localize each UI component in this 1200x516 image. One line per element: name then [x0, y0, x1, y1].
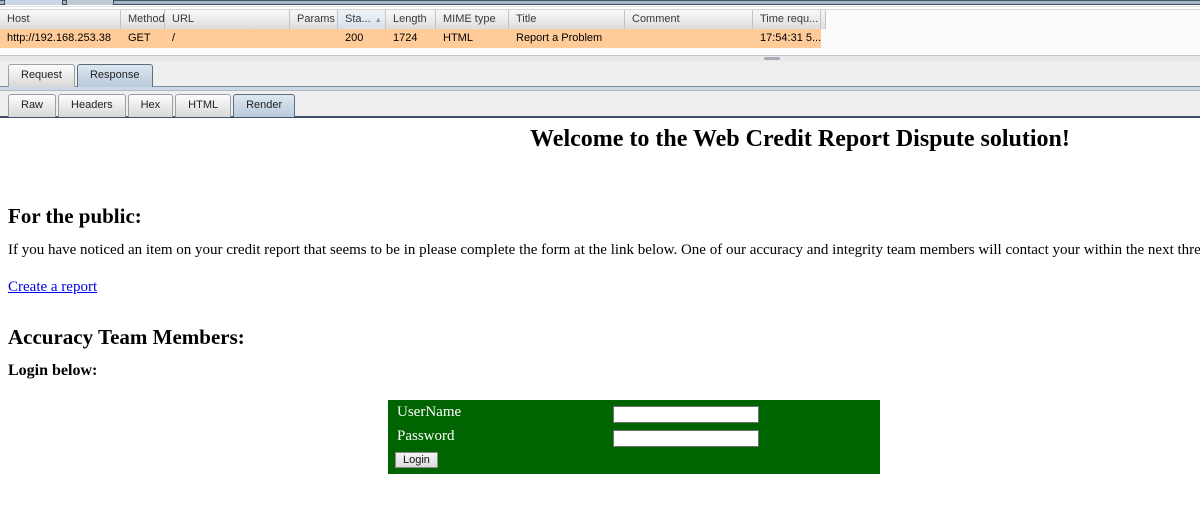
- public-paragraph: If you have noticed an item on your cred…: [8, 242, 1200, 259]
- column-header-title[interactable]: Title: [509, 10, 625, 29]
- column-header-params[interactable]: Params: [290, 10, 338, 29]
- page-title: Welcome to the Web Credit Report Dispute…: [400, 126, 1200, 153]
- tab-headers[interactable]: Headers: [58, 94, 126, 117]
- column-header-length[interactable]: Length: [386, 10, 436, 29]
- history-cell-url: /: [165, 29, 290, 48]
- http-history-table: HostMethodURLParamsSta...▲LengthMIME typ…: [0, 9, 1200, 55]
- password-input[interactable]: [613, 430, 759, 447]
- column-header-label: Params: [297, 13, 335, 29]
- history-cell-title: Report a Problem: [509, 29, 625, 48]
- username-label: UserName: [397, 404, 461, 421]
- column-header-label: Length: [393, 13, 427, 29]
- public-heading: For the public:: [8, 204, 142, 229]
- sort-ascending-icon: ▲: [375, 13, 382, 29]
- history-cell-length: 1724: [386, 29, 436, 48]
- history-header-row: HostMethodURLParamsSta...▲LengthMIME typ…: [0, 10, 1200, 29]
- column-header-label: Host: [7, 13, 30, 29]
- top-tab-partial[interactable]: [66, 0, 114, 5]
- history-cell-status: 200: [338, 29, 386, 48]
- history-cell-params: [290, 29, 338, 48]
- splitter-handle-icon[interactable]: [764, 57, 780, 60]
- username-input[interactable]: [613, 406, 759, 423]
- tab-request[interactable]: Request: [8, 64, 75, 87]
- column-header-label: Method: [128, 13, 165, 29]
- tab-hex[interactable]: Hex: [128, 94, 174, 117]
- team-heading: Accuracy Team Members:: [8, 325, 245, 350]
- column-header-time-requested[interactable]: Time requ...: [753, 10, 821, 29]
- burp-suite-window: HostMethodURLParamsSta...▲LengthMIME typ…: [0, 0, 1200, 516]
- column-header-label: Sta...: [345, 13, 371, 29]
- column-header-label: Time requ...: [760, 13, 818, 29]
- column-header-host[interactable]: Host: [0, 10, 121, 29]
- login-button[interactable]: Login: [395, 452, 438, 468]
- create-report-link[interactable]: Create a report: [8, 279, 97, 296]
- history-cell-method: GET: [121, 29, 165, 48]
- column-header-method[interactable]: Method: [121, 10, 165, 29]
- history-cell-comment: [625, 29, 753, 48]
- render-pane: Welcome to the Web Credit Report Dispute…: [0, 118, 1200, 516]
- column-header-label: URL: [172, 13, 194, 29]
- column-header-label: Comment: [632, 13, 680, 29]
- tab-raw[interactable]: Raw: [8, 94, 56, 117]
- top-tab-strip: [0, 0, 1200, 7]
- column-header-status[interactable]: Sta...▲: [338, 10, 386, 29]
- column-header-comment[interactable]: Comment: [625, 10, 753, 29]
- login-heading: Login below:: [8, 362, 97, 380]
- tab-html[interactable]: HTML: [175, 94, 231, 117]
- message-tabbar: RequestResponse: [0, 61, 1200, 87]
- history-cell-host: http://192.168.253.38: [0, 29, 121, 48]
- password-label: Password: [397, 428, 455, 445]
- column-header-label: Title: [516, 13, 536, 29]
- history-cell-mime-type: HTML: [436, 29, 509, 48]
- tab-response[interactable]: Response: [77, 64, 153, 87]
- history-row[interactable]: http://192.168.253.38GET/ 2001724HTMLRepo…: [0, 29, 1200, 48]
- column-header-url[interactable]: URL: [165, 10, 290, 29]
- column-header-mime-type[interactable]: MIME type: [436, 10, 509, 29]
- login-panel: UserName Password Login: [388, 400, 880, 474]
- column-header-label: MIME type: [443, 13, 496, 29]
- top-tab-partial-selected[interactable]: [4, 0, 63, 5]
- view-tabbar: RawHeadersHexHTMLRender: [0, 91, 1200, 117]
- history-cell-time-requested: 17:54:31 5...: [753, 29, 821, 48]
- tab-render[interactable]: Render: [233, 94, 295, 117]
- header-tail: [821, 10, 826, 29]
